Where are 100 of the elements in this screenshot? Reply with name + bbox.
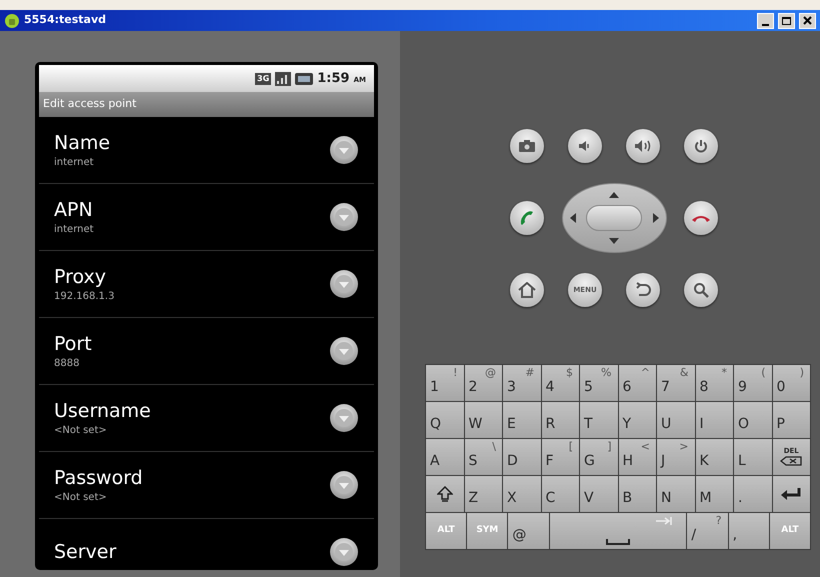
network-type: 3G <box>255 72 272 84</box>
dpad-center[interactable] <box>586 205 642 231</box>
camera-icon <box>519 140 535 152</box>
keyboard-key[interactable]: X <box>503 476 540 512</box>
keyboard-key[interactable]: . <box>734 476 772 512</box>
call-button[interactable] <box>510 201 544 235</box>
key-symbol: ] <box>607 439 612 455</box>
dropdown-icon <box>329 403 359 433</box>
keyboard-key[interactable]: 4 $ <box>542 365 579 401</box>
tab-icon <box>656 517 672 525</box>
home-button[interactable] <box>510 273 544 307</box>
keyboard-key[interactable]: E <box>503 402 540 438</box>
keyboard-key[interactable]: 8 * <box>696 365 733 401</box>
keyboard-key[interactable]: R <box>542 402 579 438</box>
keyboard-key[interactable]: 1 ! <box>426 365 464 401</box>
speaker-icon <box>634 139 652 153</box>
setting-row[interactable]: Proxy 192.168.1.3 <box>39 251 374 318</box>
key-symbol: [ <box>568 439 573 455</box>
key-symbol: # <box>525 365 534 381</box>
camera-button[interactable] <box>510 129 544 163</box>
setting-label: Username <box>54 398 152 422</box>
backspace-icon <box>780 456 802 466</box>
keyboard-key[interactable]: 0 ) <box>772 365 810 401</box>
dropdown-icon <box>329 470 359 500</box>
keyboard-key[interactable]: Y <box>618 402 656 438</box>
dropdown-icon <box>329 537 359 567</box>
speaker-icon <box>578 140 592 152</box>
keyboard-key[interactable]: J > <box>657 439 694 475</box>
keyboard-key[interactable]: G ] <box>580 439 618 475</box>
end-call-button[interactable] <box>684 201 718 235</box>
search-button[interactable] <box>684 273 718 307</box>
setting-row[interactable]: APN internet <box>39 184 374 251</box>
keyboard-key[interactable]: S \ <box>464 439 502 475</box>
keyboard-key[interactable]: Z <box>464 476 502 512</box>
key-symbol: * <box>722 365 727 381</box>
key-symbol: ! <box>453 365 458 381</box>
power-icon <box>694 139 708 153</box>
keyboard-key[interactable]: , <box>728 513 769 549</box>
left-arrow-icon <box>570 213 576 223</box>
keyboard-key[interactable]: 5 % <box>580 365 618 401</box>
power-button[interactable] <box>684 129 718 163</box>
keyboard-key[interactable]: F [ <box>542 439 579 475</box>
setting-row[interactable]: Name internet <box>39 117 374 184</box>
setting-label: Proxy <box>54 264 108 288</box>
keyboard-key[interactable]: A <box>426 439 464 475</box>
setting-row[interactable]: Port 8888 <box>39 318 374 385</box>
volume-up-button[interactable] <box>626 129 660 163</box>
battery-icon <box>295 72 314 84</box>
key-symbol: & <box>680 365 688 381</box>
keyboard-key[interactable]: M <box>696 476 733 512</box>
keyboard-key[interactable]: 9 ( <box>734 365 772 401</box>
keyboard-key[interactable]: K <box>696 439 733 475</box>
keyboard-key[interactable]: Q <box>426 402 464 438</box>
keyboard-key[interactable]: N <box>657 476 694 512</box>
screen-title: Edit access point <box>43 96 136 112</box>
key-symbol: % <box>601 365 612 381</box>
enter-icon <box>780 487 802 501</box>
keyboard-key[interactable]: C <box>542 476 579 512</box>
setting-value: internet <box>54 156 95 170</box>
keyboard-key[interactable]: @ <box>508 513 549 549</box>
keyboard-key[interactable]: U <box>657 402 694 438</box>
key-symbol: > <box>679 439 688 455</box>
keyboard-key[interactable]: 3 # <box>503 365 540 401</box>
dropdown-icon <box>329 202 359 232</box>
keyboard-key[interactable]: D <box>503 439 540 475</box>
key-symbol: ) <box>800 365 804 381</box>
keyboard-key[interactable]: O <box>734 402 772 438</box>
shift-key[interactable] <box>426 476 464 512</box>
close-button[interactable] <box>799 12 816 28</box>
key-symbol: < <box>640 439 650 455</box>
keyboard-key[interactable]: P <box>772 402 810 438</box>
keyboard-key[interactable]: L <box>734 439 772 475</box>
keyboard-key[interactable]: 6 ^ <box>618 365 656 401</box>
keyboard-key[interactable]: W <box>464 402 502 438</box>
minimize-button[interactable] <box>757 12 774 28</box>
back-button[interactable] <box>626 273 660 307</box>
setting-label: Password <box>54 466 144 490</box>
keyboard-key[interactable]: V <box>580 476 618 512</box>
keyboard-key[interactable]: I <box>696 402 733 438</box>
setting-label: Port <box>54 332 93 356</box>
setting-row[interactable]: Server <box>39 519 374 570</box>
keyboard-key[interactable]: H < <box>618 439 656 475</box>
keyboard-key[interactable]: 2 @ <box>464 365 502 401</box>
dropdown-icon <box>329 135 359 165</box>
keyboard-key[interactable]: 7 & <box>657 365 694 401</box>
setting-value: internet <box>54 222 95 236</box>
keyboard-key[interactable]: T <box>580 402 618 438</box>
search-icon <box>693 282 709 298</box>
setting-row[interactable]: Username <Not set> <box>39 385 374 452</box>
down-arrow-icon <box>609 238 619 244</box>
maximize-button[interactable] <box>778 12 795 28</box>
keyboard-key[interactable]: B <box>618 476 656 512</box>
space-key[interactable] <box>550 513 686 549</box>
space-icon <box>606 539 630 545</box>
keyboard-key[interactable]: / ? <box>687 513 728 549</box>
enter-key[interactable] <box>772 476 810 512</box>
setting-row[interactable]: Password <Not set> <box>39 452 374 519</box>
home-icon <box>518 282 536 298</box>
volume-down-button[interactable] <box>568 129 602 163</box>
dropdown-icon <box>329 269 359 299</box>
